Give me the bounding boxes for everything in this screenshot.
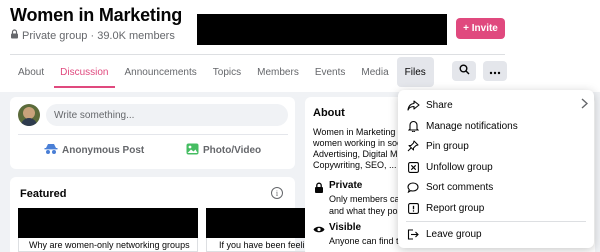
redacted-image	[18, 208, 198, 238]
visible-description: Anyone can find t	[329, 236, 399, 246]
redacted-block	[197, 14, 447, 45]
photo-video-button[interactable]: Photo/Video	[186, 143, 261, 158]
private-description: Only members can and what they pos	[329, 193, 409, 217]
divider	[10, 54, 505, 55]
group-header: Women in Marketing Private group · 39.0K…	[0, 0, 600, 92]
tab-topics[interactable]: Topics	[205, 57, 249, 87]
post-composer: Write something... Anonymous Post Photo/…	[10, 97, 295, 169]
group-tabs: About Discussion Announcements Topics Me…	[10, 57, 434, 88]
menu-item-unfollow-group[interactable]: Unfollow group	[406, 158, 588, 176]
comment-icon	[406, 180, 420, 194]
lock-icon	[313, 181, 325, 193]
divider	[18, 134, 288, 135]
tab-events[interactable]: Events	[307, 57, 354, 87]
private-title: Private	[329, 180, 363, 191]
group-privacy-text: Private group · 39.0K members	[22, 29, 175, 42]
unfollow-icon	[406, 160, 420, 174]
report-icon	[406, 201, 420, 215]
menu-item-label: Pin group	[426, 140, 469, 152]
tab-media[interactable]: Media	[353, 57, 396, 87]
private-description-line: and what they pos	[329, 206, 403, 216]
invite-button[interactable]: + Invite	[456, 18, 505, 39]
lock-icon	[10, 29, 19, 42]
photo-video-label: Photo/Video	[203, 145, 262, 156]
menu-item-label: Manage notifications	[426, 120, 518, 132]
share-icon	[406, 98, 420, 112]
menu-item-label: Sort comments	[426, 181, 494, 193]
menu-item-leave-group[interactable]: Leave group	[406, 225, 588, 243]
redacted-image	[206, 208, 306, 238]
leave-icon	[406, 227, 420, 241]
about-description-line: Advertising, Digital M	[313, 149, 398, 159]
menu-item-label: Report group	[426, 202, 485, 214]
private-description-line: Only members can	[329, 194, 405, 204]
eye-icon	[313, 223, 325, 235]
about-description-line: women working in soc	[313, 138, 402, 148]
menu-item-label: Share	[426, 99, 453, 111]
photo-icon	[186, 143, 199, 158]
pin-icon	[406, 139, 420, 153]
search-button[interactable]	[452, 61, 476, 81]
tab-files[interactable]: Files	[396, 57, 434, 87]
featured-card: Featured i Why are women-only networking…	[10, 177, 306, 252]
tab-about[interactable]: About	[10, 57, 52, 87]
about-description-line: Women in Marketing i	[313, 127, 400, 137]
menu-item-manage-notifications[interactable]: Manage notifications	[406, 117, 588, 135]
group-privacy-info: Private group · 39.0K members	[10, 29, 175, 42]
more-options-button[interactable]	[483, 61, 507, 81]
anonymous-post-label: Anonymous Post	[62, 145, 145, 156]
anonymous-post-button[interactable]: Anonymous Post	[44, 143, 144, 158]
about-description-line: Copywriting, SEO, ... S	[313, 160, 406, 170]
more-horizontal-icon	[489, 62, 501, 80]
tab-members[interactable]: Members	[249, 57, 307, 87]
anonymous-icon	[44, 143, 58, 158]
featured-post-caption[interactable]: If you have been feeli	[206, 238, 306, 252]
featured-post-caption[interactable]: Why are women-only networking groups	[18, 238, 198, 252]
menu-item-pin-group[interactable]: Pin group	[406, 137, 588, 155]
visible-title: Visible	[329, 222, 362, 233]
search-icon	[459, 62, 470, 80]
featured-title: Featured	[20, 188, 67, 200]
menu-item-label: Leave group	[426, 228, 482, 240]
menu-item-share[interactable]: Share	[406, 96, 589, 114]
about-title: About	[313, 107, 345, 119]
group-title: Women in Marketing	[10, 5, 183, 25]
menu-item-sort-comments[interactable]: Sort comments	[406, 178, 588, 196]
menu-item-report-group[interactable]: Report group	[406, 199, 588, 217]
more-options-menu: Share Manage notifications Pin group Unf…	[398, 90, 594, 248]
write-post-input[interactable]: Write something...	[46, 104, 288, 126]
menu-divider	[406, 221, 586, 222]
info-icon[interactable]: i	[271, 187, 283, 199]
tab-announcements[interactable]: Announcements	[117, 57, 205, 87]
tab-discussion[interactable]: Discussion	[52, 57, 116, 88]
avatar	[18, 104, 40, 126]
bell-icon	[406, 119, 420, 133]
menu-item-label: Unfollow group	[426, 161, 493, 173]
about-description: Women in Marketing i women working in so…	[313, 127, 408, 171]
chevron-right-icon	[581, 98, 589, 112]
